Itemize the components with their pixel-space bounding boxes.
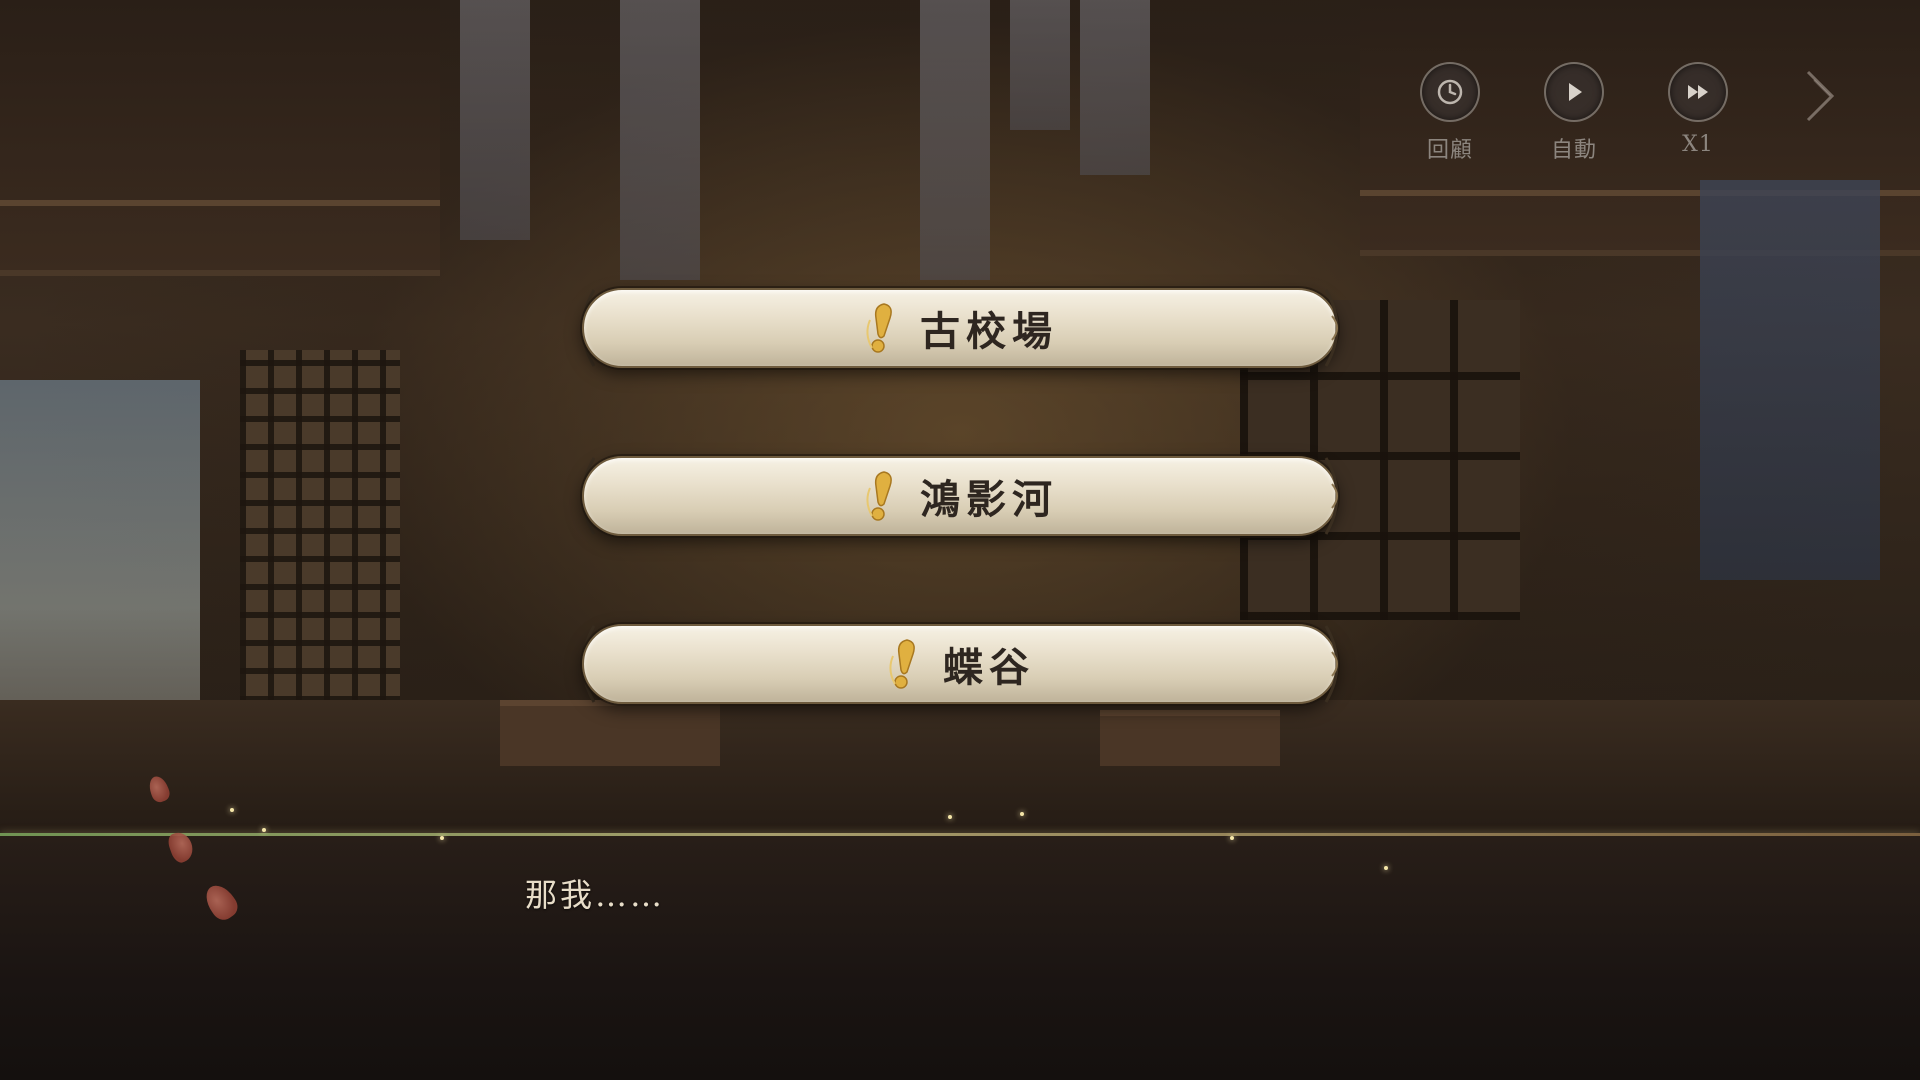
sparkle-decoration [440, 836, 444, 840]
history-button[interactable]: 回顧 [1420, 62, 1480, 164]
sparkle-decoration [1230, 836, 1234, 840]
sparkle-decoration [1384, 866, 1388, 870]
background-hanging-scroll [620, 0, 700, 280]
background-balcony-left [0, 0, 440, 276]
background-lattice-door [240, 350, 400, 730]
exclamation-icon [889, 639, 915, 689]
sparkle-decoration [230, 808, 234, 812]
sparkle-decoration [1020, 812, 1024, 816]
background-hanging-scroll [460, 0, 530, 240]
chevron-right-icon[interactable] [1800, 66, 1840, 126]
background-railing [0, 200, 440, 206]
choice-label: 古校場 [920, 308, 1058, 355]
history-label: 回顧 [1426, 138, 1473, 163]
choice-option[interactable]: 蝶谷 [568, 622, 1352, 706]
play-icon [1544, 62, 1604, 122]
background-hanging-scroll [920, 0, 990, 280]
sparkle-decoration [262, 828, 266, 832]
sparkle-decoration [948, 815, 952, 819]
dialog-panel[interactable] [0, 836, 1920, 1080]
clock-icon [1420, 62, 1480, 122]
auto-button[interactable]: 自動 [1544, 62, 1604, 164]
speed-button[interactable]: X1 [1668, 62, 1728, 164]
background-hanging-scroll [1010, 0, 1070, 130]
fast-forward-icon [1668, 62, 1728, 122]
choice-list: 古校場 鴻影河 蝶谷 [568, 286, 1352, 790]
choice-label: 蝶谷 [943, 644, 1035, 691]
background-hanging-scroll [1080, 0, 1150, 175]
background-banner [1700, 180, 1880, 580]
choice-label: 鴻影河 [920, 476, 1058, 523]
exclamation-icon [866, 471, 892, 521]
auto-label: 自動 [1550, 138, 1597, 163]
speed-label: X1 [1682, 132, 1714, 157]
dialog-text: 那我…… [525, 876, 666, 914]
game-scene: 回顧 自動 X1 古校場 鴻影河 蝶谷 那我…… [0, 0, 1920, 1080]
choice-option[interactable]: 古校場 [568, 286, 1352, 370]
exclamation-icon [866, 303, 892, 353]
toolbar: 回顧 自動 X1 [1420, 62, 1728, 164]
choice-option[interactable]: 鴻影河 [568, 454, 1352, 538]
